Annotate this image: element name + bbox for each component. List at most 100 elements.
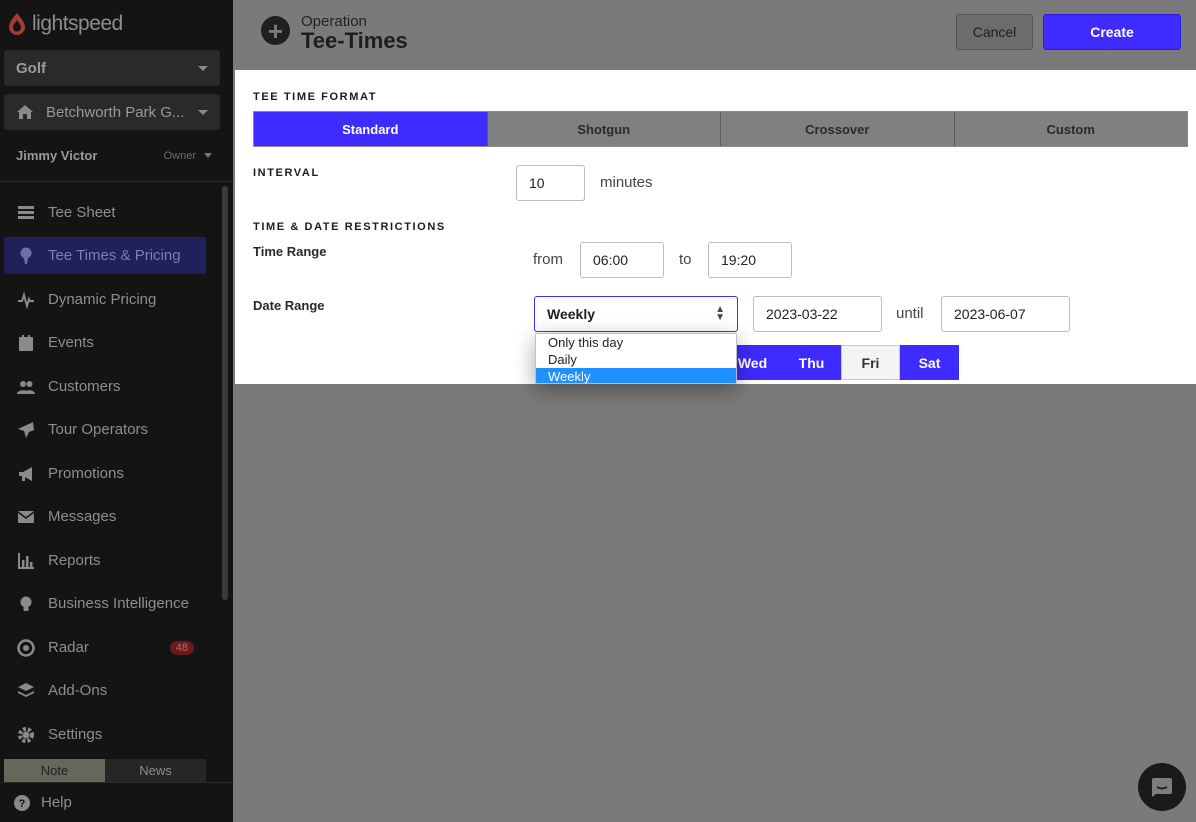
plane-icon [17, 421, 35, 439]
cancel-button[interactable]: Cancel [956, 14, 1033, 50]
date-from-input[interactable]: 2023-03-22 [753, 296, 882, 332]
calendar-icon [17, 334, 35, 352]
user-menu[interactable]: Jimmy Victor Owner [16, 148, 212, 163]
sidebar-item-label: Business Intelligence [48, 595, 189, 612]
home-icon [17, 105, 33, 119]
sidebar-item-tee-times-pricing[interactable]: Tee Times & Pricing [4, 237, 206, 274]
vertical-select[interactable]: Golf [4, 50, 220, 86]
interval-unit: minutes [600, 174, 653, 191]
sidebar-scrollbar[interactable] [222, 186, 228, 600]
date-range-label: Date Range [253, 298, 325, 313]
course-select[interactable]: Betchworth Park G... [4, 94, 220, 130]
sidebar-bottom-tabs: Note News [4, 759, 206, 782]
option-daily[interactable]: Daily [536, 351, 736, 368]
create-button[interactable]: Create [1043, 14, 1181, 50]
sidebar-item-events[interactable]: Events [4, 324, 206, 361]
sidebar-item-messages[interactable]: Messages [4, 498, 206, 535]
tee-time-format-selector: Standard Shotgun Crossover Custom [253, 111, 1188, 147]
sidebar-item-settings[interactable]: Settings [4, 716, 206, 753]
format-option-crossover[interactable]: Crossover [721, 112, 955, 146]
sidebar-item-label: Radar [48, 639, 89, 656]
course-select-value: Betchworth Park G... [46, 103, 185, 121]
sidebar: lightspeed Golf Betchworth Park G... Jim… [0, 0, 233, 822]
sidebar-divider [0, 181, 233, 182]
pulse-icon [17, 291, 35, 309]
select-arrows-icon: ▲ ▼ [715, 304, 725, 323]
user-name: Jimmy Victor [16, 148, 98, 163]
format-option-custom[interactable]: Custom [954, 112, 1187, 146]
format-option-shotgun[interactable]: Shotgun [487, 112, 721, 146]
radar-count-badge: 48 [169, 640, 194, 655]
megaphone-icon [17, 465, 35, 483]
sidebar-item-business-intelligence[interactable]: Business Intelligence [4, 585, 206, 622]
table-icon [17, 204, 35, 222]
golf-tee-icon [17, 247, 35, 265]
user-role: Owner [163, 149, 196, 162]
sidebar-item-promotions[interactable]: Promotions [4, 455, 206, 492]
sidebar-item-label: Dynamic Pricing [48, 291, 157, 308]
sidebar-item-dynamic-pricing[interactable]: Dynamic Pricing [4, 281, 206, 318]
date-range-mode-select[interactable]: Weekly ▲ ▼ [534, 296, 738, 332]
time-to-input[interactable]: 19:20 [708, 242, 792, 278]
sidebar-item-label: Settings [48, 726, 103, 743]
day-toggle-thu[interactable]: Thu [782, 345, 841, 380]
tab-news[interactable]: News [105, 759, 206, 782]
question-circle-icon: ? [14, 794, 30, 811]
sidebar-item-label: Customers [48, 378, 121, 395]
chevron-down-icon [198, 109, 208, 115]
sidebar-item-label: Tee Sheet [48, 204, 116, 221]
lightbulb-icon [17, 595, 35, 613]
radar-icon [17, 638, 35, 657]
envelope-icon [17, 508, 35, 526]
layers-icon [17, 682, 35, 700]
date-to-input[interactable]: 2023-06-07 [941, 296, 1070, 332]
page-title: Tee-Times [301, 28, 408, 53]
sidebar-item-tour-operators[interactable]: Tour Operators [4, 411, 206, 448]
to-label: to [679, 251, 692, 268]
brand-name: lightspeed [32, 12, 123, 35]
tab-note[interactable]: Note [4, 759, 105, 782]
sidebar-item-customers[interactable]: Customers [4, 368, 206, 405]
interval-heading: INTERVAL [253, 167, 320, 179]
from-label: from [533, 251, 563, 268]
sidebar-item-add-ons[interactable]: Add-Ons [4, 672, 206, 709]
sidebar-item-label: Promotions [48, 465, 124, 482]
sidebar-item-label: Add-Ons [48, 682, 108, 699]
bar-chart-icon [17, 552, 35, 570]
help-link[interactable]: ? Help [0, 782, 233, 822]
users-icon [17, 378, 35, 396]
sidebar-item-reports[interactable]: Reports [4, 542, 206, 579]
sidebar-item-tee-sheet[interactable]: Tee Sheet [4, 194, 206, 231]
sidebar-item-label: Reports [48, 552, 101, 569]
tee-time-format-heading: TEE TIME FORMAT [253, 91, 378, 103]
gear-icon [17, 726, 35, 744]
option-weekly[interactable]: Weekly [536, 368, 736, 383]
option-only-this-day[interactable]: Only this day [536, 334, 736, 351]
sidebar-item-label: Tee Times & Pricing [48, 247, 181, 264]
interval-input[interactable]: 10 [516, 165, 585, 201]
page-header: + Operation Tee-Times Cancel Create [233, 0, 1196, 70]
chat-launcher[interactable] [1138, 763, 1186, 811]
help-label: Help [41, 794, 72, 811]
weekday-toggles: Wed Thu Fri Sat [723, 345, 959, 380]
date-range-mode-value: Weekly [547, 306, 595, 322]
chevron-down-icon [198, 65, 208, 71]
format-option-standard[interactable]: Standard [254, 112, 488, 146]
time-range-label: Time Range [253, 244, 327, 259]
day-toggle-sat[interactable]: Sat [900, 345, 959, 380]
day-toggle-fri[interactable]: Fri [841, 345, 900, 380]
chat-icon [1152, 778, 1172, 797]
brand-logo[interactable]: lightspeed [6, 10, 123, 38]
plus-circle-icon: + [261, 16, 290, 45]
flame-icon [9, 13, 25, 35]
sidebar-item-label: Messages [48, 508, 117, 525]
sidebar-item-label: Tour Operators [48, 421, 149, 438]
chevron-down-icon [204, 153, 212, 158]
vertical-select-value: Golf [16, 59, 46, 77]
sidebar-item-radar[interactable]: Radar 48 [4, 629, 206, 666]
sidebar-item-label: Events [48, 334, 94, 351]
restrictions-heading: TIME & DATE RESTRICTIONS [253, 221, 446, 233]
date-range-mode-options: Only this day Daily Weekly [535, 333, 737, 384]
until-label: until [896, 305, 924, 322]
time-from-input[interactable]: 06:00 [580, 242, 664, 278]
